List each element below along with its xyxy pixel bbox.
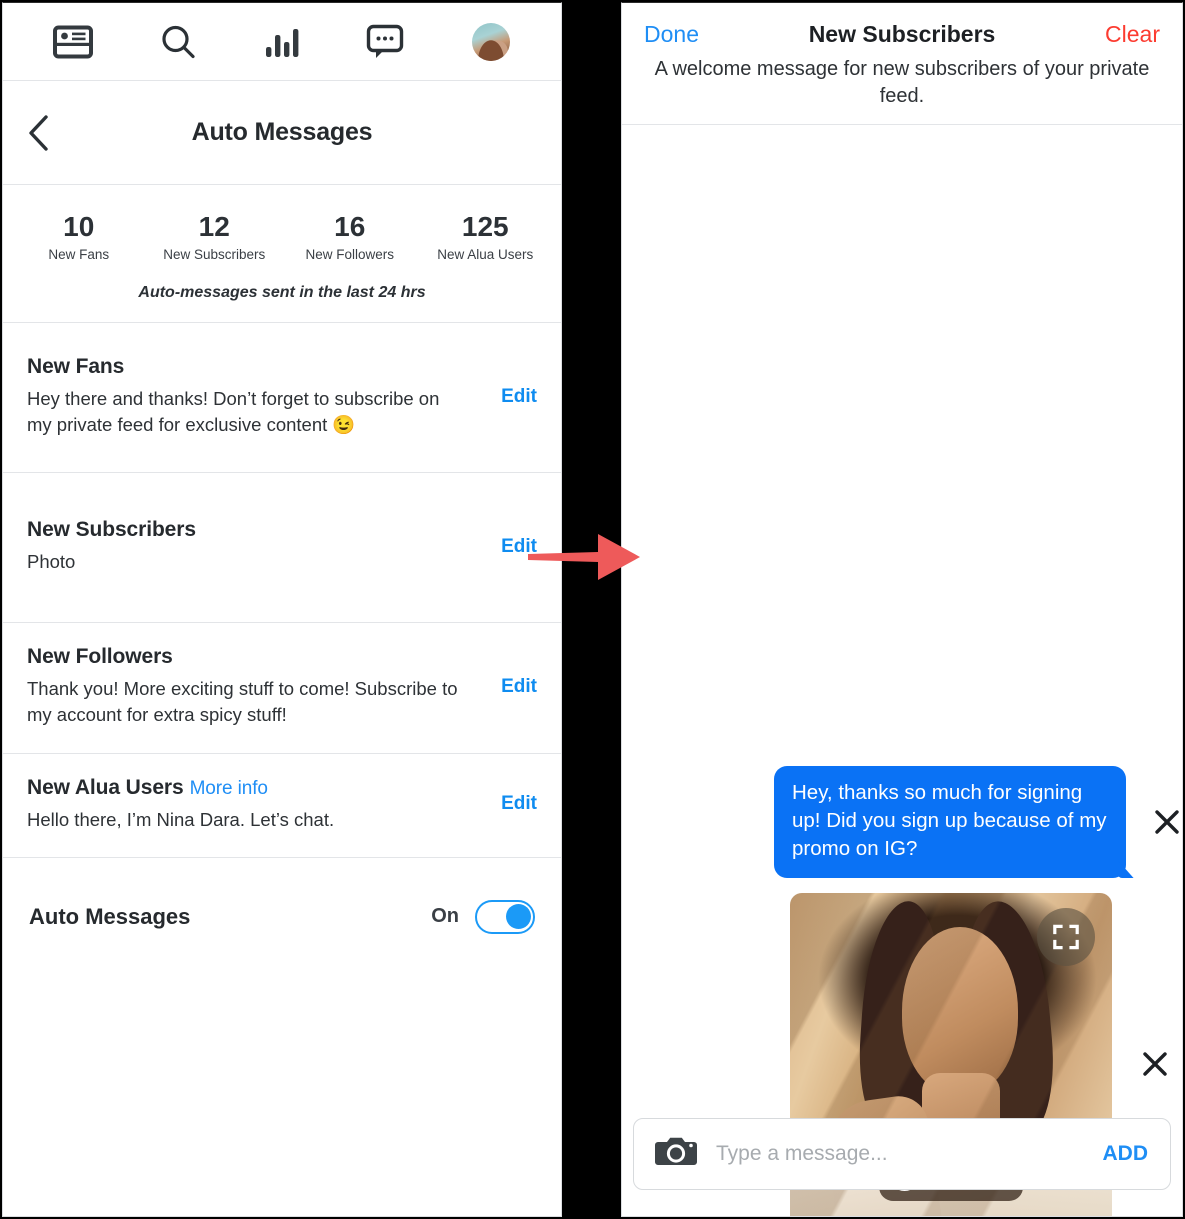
stats-summary: 10 New Fans 12 New Subscribers 16 New Fo… [3,185,561,324]
message-title-text: New Alua Users [27,775,184,799]
auto-message-row-new-subscribers[interactable]: New Subscribers Photo Edit [3,473,561,624]
editor-body: Hey, thanks so much for signing up! Did … [622,124,1182,1216]
stat-new-subscribers: 12 New Subscribers [147,211,283,262]
outgoing-message-bubble[interactable]: Hey, thanks so much for signing up! Did … [774,765,1126,879]
stat-new-fans: 10 New Fans [11,211,147,262]
right-phone-panel: Done New Subscribers Clear A welcome mes… [621,2,1183,1217]
avatar-image [471,22,510,61]
stat-label: New Alua Users [437,247,534,263]
auto-messages-toggle-row: Auto Messages On [3,858,561,976]
stat-new-alua-users: 125 New Alua Users [418,211,554,262]
page-title: Auto Messages [191,118,373,146]
message-text: Thank you! More exciting stuff to come! … [27,678,458,726]
message-text: Photo [27,551,76,573]
editor-title: New Subscribers [808,21,996,47]
remove-attachment-icon[interactable] [1138,1047,1172,1081]
stats-icon[interactable] [251,16,313,68]
message-body: New Fans Hey there and thanks! Don’t for… [27,355,471,439]
edit-button[interactable]: Edit [479,386,537,408]
switch-knob [506,903,531,929]
done-button[interactable]: Done [644,21,699,48]
back-icon[interactable] [17,111,61,155]
edit-button[interactable]: Edit [479,676,537,698]
feed-icon[interactable] [42,16,104,68]
expand-icon[interactable] [1037,907,1095,966]
message-text: Hello there, I’m Nina Dara. Let’s chat. [27,808,335,830]
toggle-group: On [431,899,535,934]
editor-header: Done New Subscribers Clear A welcome mes… [622,3,1182,125]
remove-text-icon[interactable] [1152,805,1182,839]
message-body: New Followers Thank you! More exciting s… [27,645,471,729]
message-title: New Alua Users More info [27,776,461,800]
auto-message-row-new-fans[interactable]: New Fans Hey there and thanks! Don’t for… [3,323,561,474]
message-title: New Followers [27,645,173,669]
edit-button[interactable]: Edit [479,793,537,815]
toggle-label: Auto Messages [29,903,191,929]
message-title: New Fans [27,354,125,378]
avatar[interactable] [460,16,522,68]
stat-value: 12 [198,211,230,242]
message-composer: ADD [633,1117,1171,1190]
auto-messages-switch[interactable] [475,899,535,934]
more-info-link[interactable]: More info [190,778,268,799]
message-text: Hey there and thanks! Don’t forget to su… [27,387,440,436]
stat-label: New Subscribers [163,247,266,263]
stat-label: New Fans [48,247,110,263]
edit-button[interactable]: Edit [479,536,537,558]
camera-icon[interactable] [654,1133,698,1174]
message-title: New Subscribers [27,518,196,542]
stats-note: Auto-messages sent in the last 24 hrs [138,284,426,302]
stat-label: New Followers [305,247,395,263]
editor-header-row: Done New Subscribers Clear [644,21,1160,48]
toggle-state-label: On [431,905,459,928]
auto-message-row-new-followers[interactable]: New Followers Thank you! More exciting s… [3,623,561,754]
message-input[interactable] [716,1141,1103,1166]
stat-value: 125 [461,211,509,242]
clear-button[interactable]: Clear [1105,21,1160,48]
stat-value: 16 [334,211,366,242]
add-button[interactable]: ADD [1103,1142,1149,1166]
message-body: New Alua Users More info Hello there, I’m… [27,776,471,833]
page-header: Auto Messages [3,81,561,185]
auto-message-row-new-alua-users[interactable]: New Alua Users More info Hello there, I’m… [3,754,561,858]
messages-icon[interactable] [355,16,417,68]
left-phone-panel: Auto Messages 10 New Fans 12 New Subscri… [2,2,562,1217]
top-navigation-bar [3,3,561,81]
editor-subtitle: A welcome message for new subscribers of… [654,58,1150,107]
message-body: New Subscribers Photo [27,518,471,575]
screenshot-root: Auto Messages 10 New Fans 12 New Subscri… [0,0,1185,1219]
stat-value: 10 [63,211,95,242]
search-icon[interactable] [147,16,209,68]
stat-new-followers: 16 New Followers [282,211,418,262]
message-bubble-row: Hey, thanks so much for signing up! Did … [622,765,1182,879]
